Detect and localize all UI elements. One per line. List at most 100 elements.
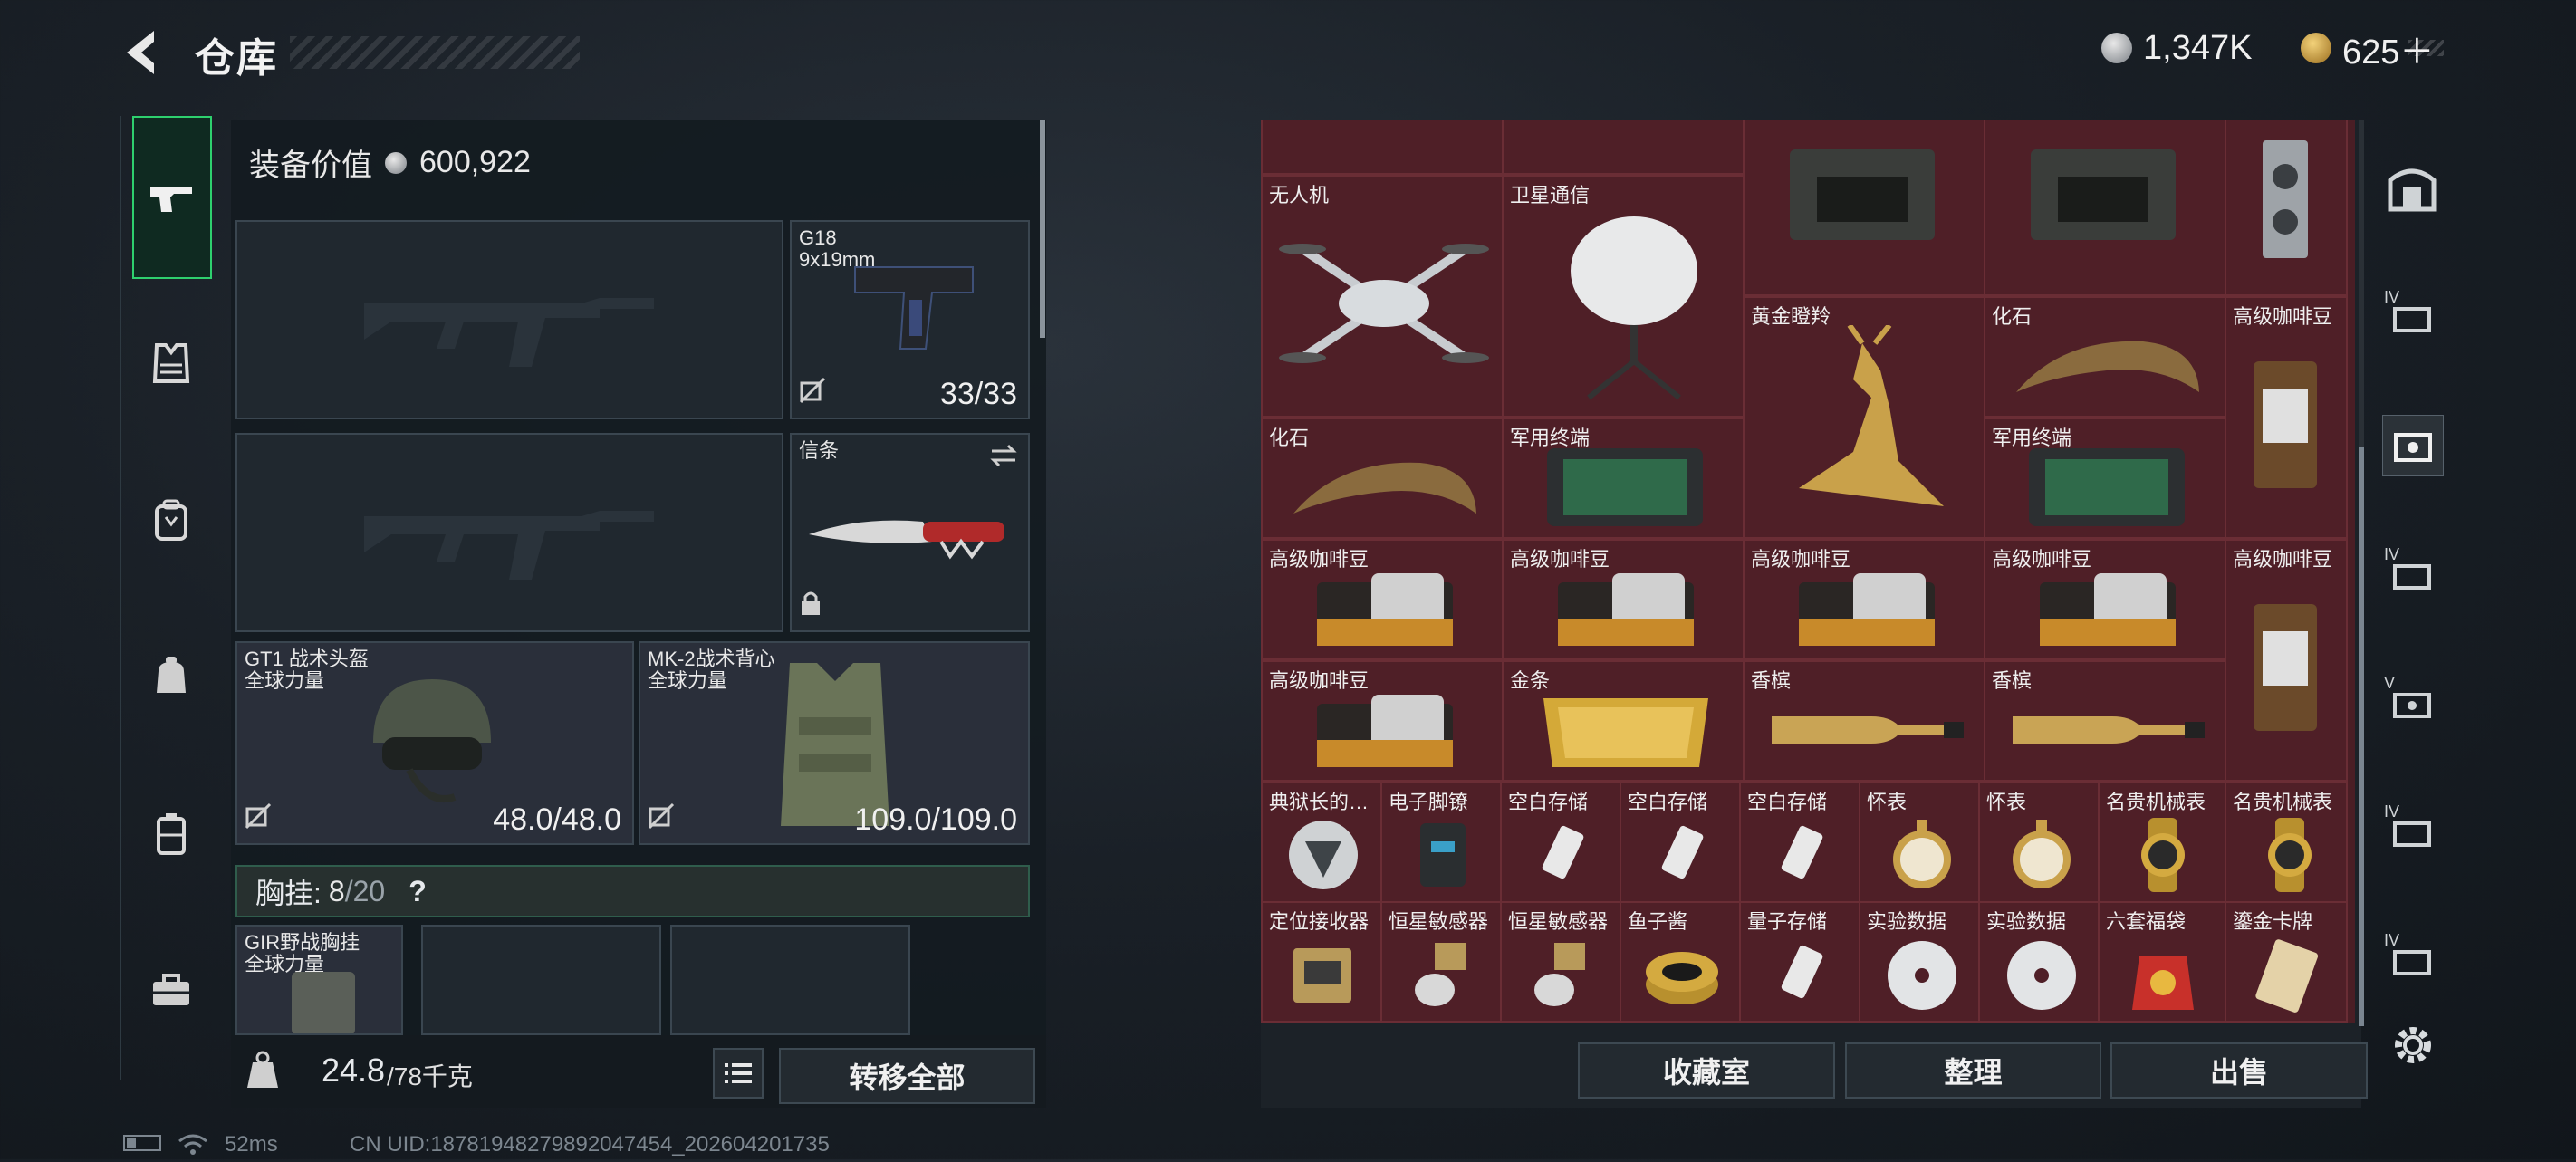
ankle-monitor-icon bbox=[1420, 823, 1466, 887]
storage-item-quantum-storage[interactable]: 量子存储 bbox=[1739, 901, 1860, 1023]
helmet-brand: 全球力量 bbox=[245, 669, 325, 692]
item-label: 名贵机械表 bbox=[2233, 791, 2333, 813]
case-icon bbox=[2394, 433, 2432, 462]
chest-rig-bar[interactable]: 胸挂: 8 /20 ? bbox=[235, 865, 1030, 917]
storage-item-fossil[interactable]: 化石 bbox=[1261, 418, 1504, 539]
storage-item-coffee[interactable]: 高级咖啡豆 bbox=[1502, 539, 1745, 660]
storage-item-pocket-watch[interactable]: 怀表 bbox=[1978, 782, 2100, 903]
filter-tier-button[interactable]: IV bbox=[2382, 929, 2442, 989]
storage-item-radio[interactable] bbox=[1984, 120, 2226, 296]
silver-currency[interactable]: 1,347K bbox=[2101, 25, 2252, 71]
pocket-watch-icon bbox=[1893, 820, 1951, 888]
storage-item-fossil[interactable]: 化石 bbox=[1984, 296, 2226, 418]
storage-item-drone[interactable]: 无人机 bbox=[1261, 175, 1504, 418]
primary-weapon-slot[interactable] bbox=[235, 220, 783, 419]
filter-tier-button[interactable]: IV bbox=[2382, 543, 2442, 603]
storage-item-satellite[interactable]: 卫星通信 bbox=[1502, 175, 1745, 418]
storage-item-luxury-watch[interactable]: 名贵机械表 bbox=[2098, 782, 2226, 903]
storage-item-warden-badge[interactable]: 典狱长的… bbox=[1261, 782, 1382, 903]
rig-pocket-slot[interactable] bbox=[421, 925, 661, 1035]
helmet-label: GT1 战术头盔 全球力量 bbox=[245, 648, 369, 692]
storage-item-experiment-data[interactable]: 实验数据 bbox=[1859, 901, 1980, 1023]
tab-toolbox[interactable] bbox=[134, 954, 208, 1028]
storage-item-lucky-bag[interactable]: 六套福袋 bbox=[2098, 901, 2226, 1023]
settings-button[interactable] bbox=[2388, 1020, 2438, 1071]
filter-all-button[interactable] bbox=[2382, 158, 2442, 217]
tab-pouch[interactable] bbox=[134, 639, 208, 714]
rig-pocket-slot[interactable] bbox=[670, 925, 910, 1035]
swap-icon[interactable] bbox=[988, 442, 1019, 474]
storage-item-luxury-watch[interactable]: 名贵机械表 bbox=[2225, 782, 2348, 903]
item-label: 高级咖啡豆 bbox=[2233, 548, 2333, 571]
no-insure-icon bbox=[245, 802, 272, 834]
storage-item-champagne[interactable]: 香槟 bbox=[1984, 660, 2226, 782]
secondary-weapon-slot[interactable] bbox=[235, 433, 783, 632]
back-button[interactable] bbox=[118, 25, 163, 80]
storage-item-champagne[interactable]: 香槟 bbox=[1743, 660, 1985, 782]
storage-item-pocket-watch[interactable]: 怀表 bbox=[1859, 782, 1980, 903]
tab-backpack[interactable] bbox=[134, 483, 208, 557]
caviar-tin-icon bbox=[1646, 952, 1718, 1004]
storage-item-gilded-card[interactable]: 鎏金卡牌 bbox=[2225, 901, 2348, 1023]
sell-button[interactable]: 出售 bbox=[2110, 1042, 2368, 1099]
coffee-beans-icon bbox=[1317, 695, 1453, 767]
helmet-name: GT1 战术头盔 bbox=[245, 648, 369, 670]
item-label: 化石 bbox=[1269, 427, 1310, 449]
chest-label: 胸挂: bbox=[255, 877, 322, 909]
storage-item-coffee[interactable]: 高级咖啡豆 bbox=[1743, 539, 1985, 660]
storage-item-partial[interactable] bbox=[1261, 120, 1504, 175]
storage-item-experiment-data[interactable]: 实验数据 bbox=[1978, 901, 2100, 1023]
storage-item-blank-storage[interactable]: 空白存储 bbox=[1620, 782, 1741, 903]
tab-case[interactable] bbox=[134, 797, 208, 871]
storage-item-gazelle[interactable]: 黄金瞪羚 bbox=[1743, 296, 1985, 539]
collection-room-button[interactable]: 收藏室 bbox=[1578, 1042, 1835, 1099]
storage-item-star-sensor[interactable]: 恒星敏感器 bbox=[1380, 901, 1502, 1023]
storage-item-coffee[interactable]: 高级咖啡豆 bbox=[1261, 660, 1504, 782]
filter-tier-button[interactable]: IV bbox=[2382, 286, 2442, 346]
usb-drive-icon bbox=[1542, 825, 1584, 879]
pistol-slot[interactable]: G18 9x19mm 33/33 bbox=[790, 220, 1030, 419]
storage-item-terminal[interactable]: 军用终端 bbox=[1502, 418, 1745, 539]
filter-tier-button[interactable]: IV bbox=[2382, 801, 2442, 860]
storage-item-radio[interactable] bbox=[1743, 120, 1985, 296]
item-label: 实验数据 bbox=[1867, 910, 1947, 933]
helmet-durability: 48.0/48.0 bbox=[493, 802, 621, 837]
filter-selected-button[interactable] bbox=[2382, 415, 2444, 476]
sort-button[interactable]: 整理 bbox=[1845, 1042, 2101, 1099]
storage-item-partial[interactable] bbox=[1502, 120, 1745, 175]
coffee-beans-icon bbox=[1558, 573, 1694, 646]
storage-item-coffee[interactable]: 高级咖啡豆 bbox=[1984, 539, 2226, 660]
storage-item-coffee[interactable]: 高级咖啡豆 bbox=[2225, 539, 2348, 782]
tab-armor[interactable] bbox=[134, 326, 208, 400]
equipment-scrollbar[interactable] bbox=[1040, 120, 1045, 338]
storage-item-blank-storage[interactable]: 空白存储 bbox=[1739, 782, 1860, 903]
melee-slot[interactable]: 信条 bbox=[790, 433, 1030, 632]
filter-tier-button[interactable]: V bbox=[2382, 672, 2442, 732]
item-label: 香槟 bbox=[1751, 669, 1792, 692]
transfer-all-button[interactable]: 转移全部 bbox=[779, 1048, 1035, 1104]
radio-device-icon bbox=[1790, 149, 1935, 240]
tab-weapons[interactable] bbox=[132, 116, 212, 279]
storage-item-gpu[interactable] bbox=[2225, 120, 2348, 296]
vest-slot[interactable]: MK-2战术背心 全球力量 109.0/109.0 bbox=[639, 641, 1030, 845]
storage-item-caviar[interactable]: 鱼子酱 bbox=[1620, 901, 1741, 1023]
helmet-slot[interactable]: GT1 战术头盔 全球力量 48.0/48.0 bbox=[235, 641, 634, 845]
storage-item-locator[interactable]: 定位接收器 bbox=[1261, 901, 1382, 1023]
usb-drive-icon bbox=[1781, 825, 1823, 879]
help-icon[interactable]: ? bbox=[409, 875, 427, 908]
list-view-button[interactable] bbox=[713, 1048, 764, 1099]
disc-icon bbox=[2007, 941, 2076, 1010]
rig-slot[interactable]: GIR野战胸挂 全球力量 bbox=[235, 925, 403, 1035]
storage-item-blank-storage[interactable]: 空白存储 bbox=[1500, 782, 1621, 903]
storage-item-star-sensor[interactable]: 恒星敏感器 bbox=[1500, 901, 1621, 1023]
storage-item-coffee[interactable]: 高级咖啡豆 bbox=[1261, 539, 1504, 660]
g18-pistol-icon bbox=[854, 266, 974, 350]
storage-item-ankle-monitor[interactable]: 电子脚镣 bbox=[1380, 782, 1502, 903]
rig-name: GIR野战胸挂 bbox=[245, 931, 360, 954]
storage-item-terminal[interactable]: 军用终端 bbox=[1984, 418, 2226, 539]
storage-item-coffee[interactable]: 高级咖啡豆 bbox=[2225, 296, 2348, 539]
storage-scroll-thumb[interactable] bbox=[2359, 447, 2364, 1026]
item-label: 鎏金卡牌 bbox=[2233, 910, 2313, 933]
storage-item-gold-bar[interactable]: 金条 bbox=[1502, 660, 1745, 782]
item-label: 名贵机械表 bbox=[2106, 791, 2206, 813]
